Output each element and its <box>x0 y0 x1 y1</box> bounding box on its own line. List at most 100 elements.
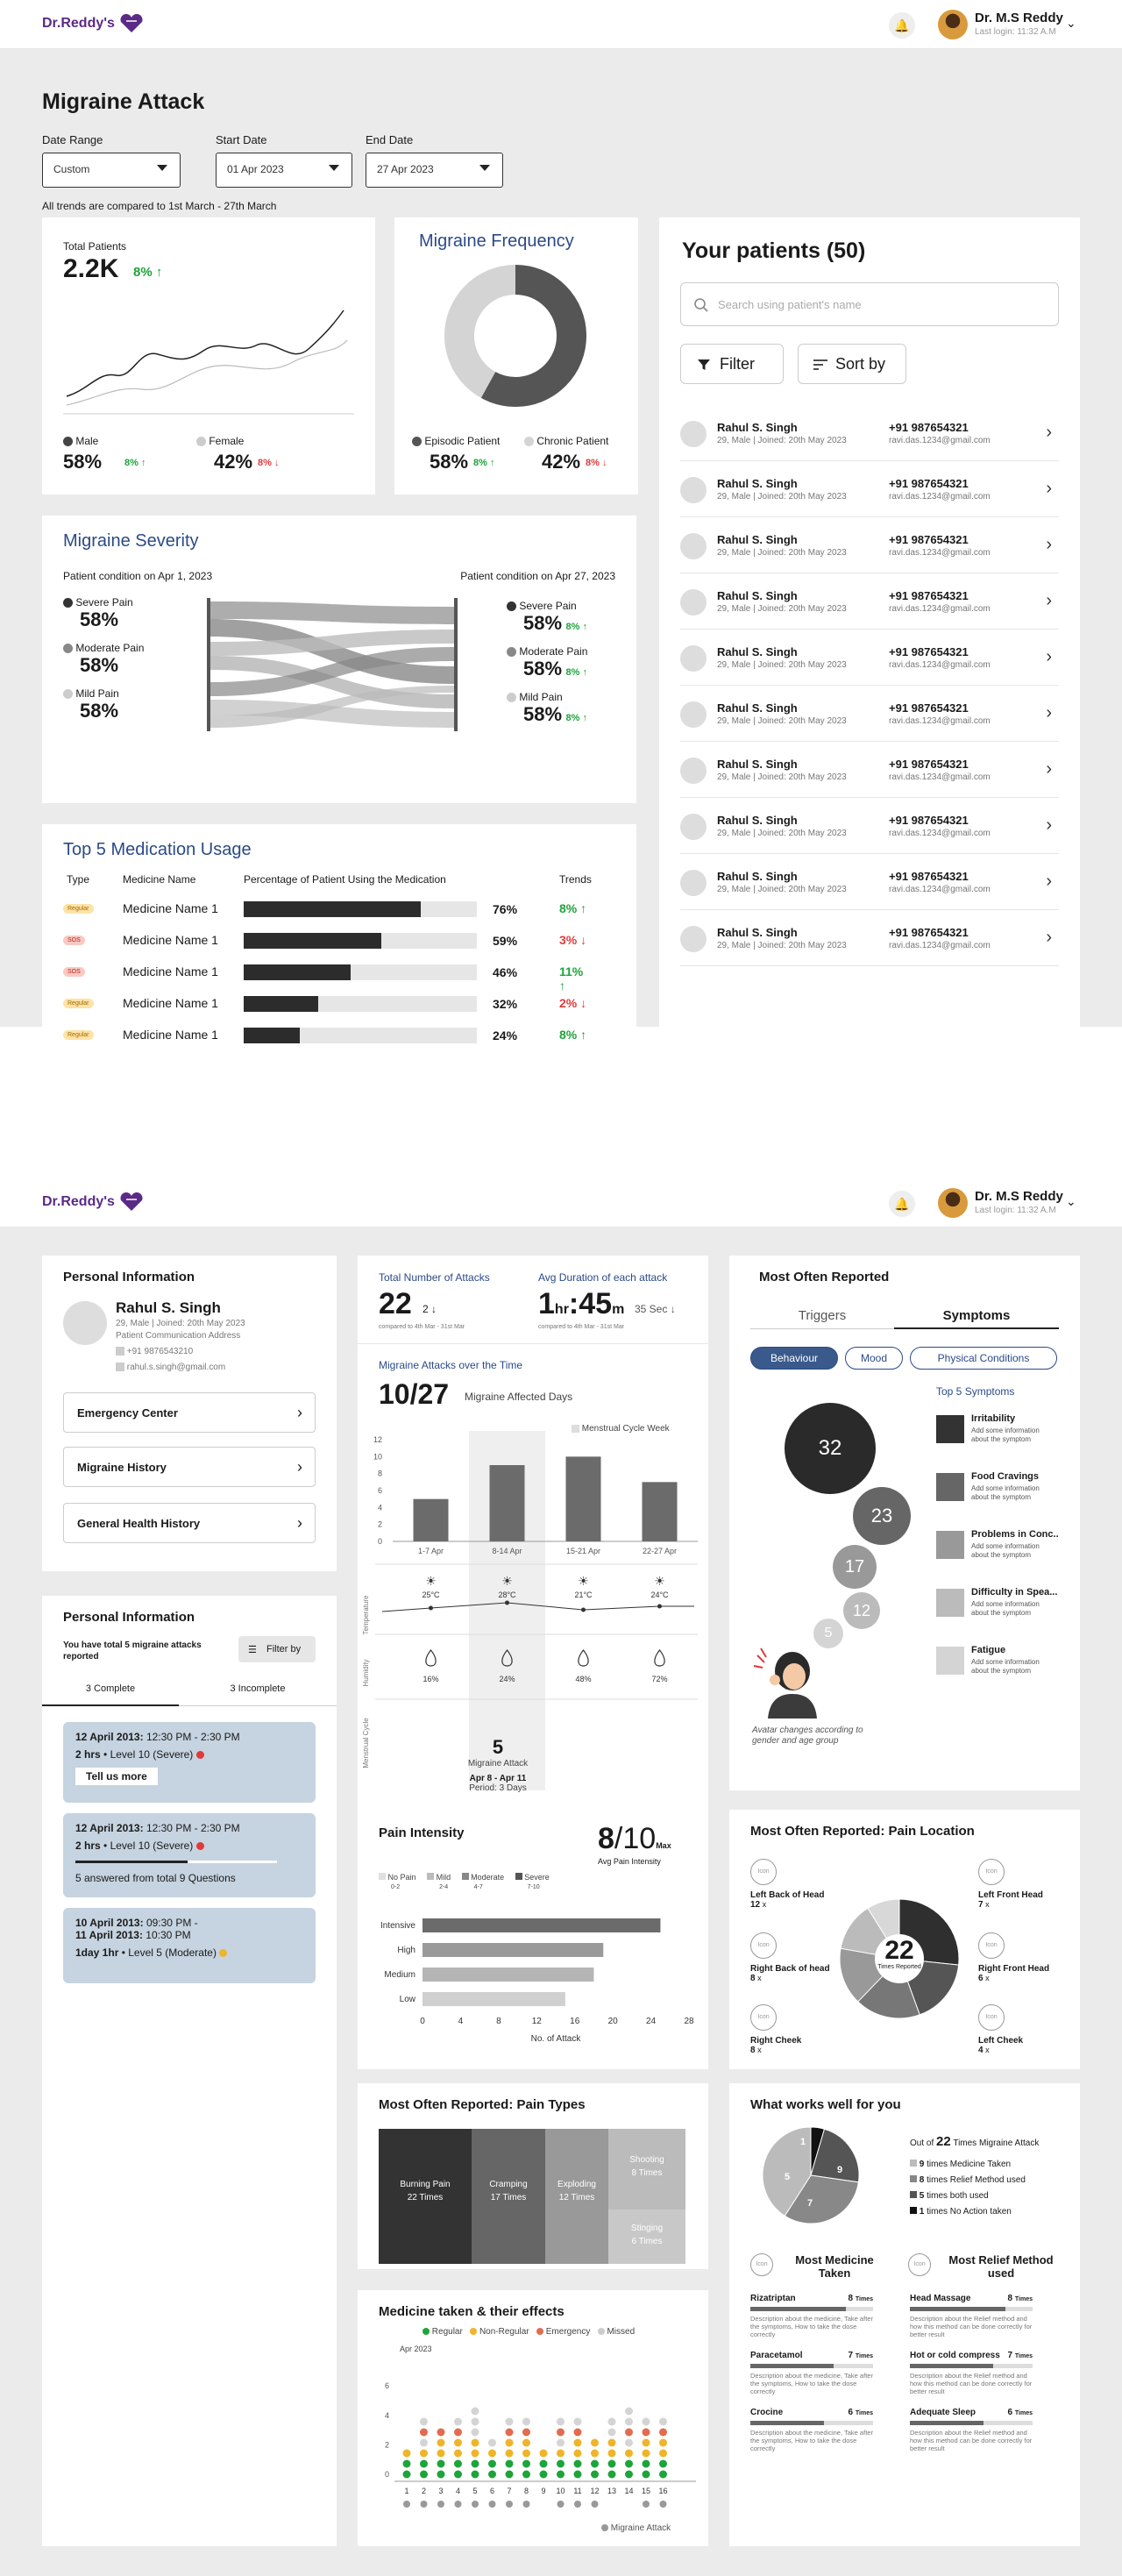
emergency-center-link[interactable]: Emergency Center › <box>63 1392 316 1433</box>
end-date-select[interactable]: 27 Apr 2023 <box>366 153 503 188</box>
dose-dot <box>539 2459 548 2468</box>
bar <box>642 1482 678 1541</box>
cycle-info: 5 Migraine Attack Apr 8 - Apr 11 Period:… <box>467 1736 529 1793</box>
x-tick-label: 28 <box>684 2017 694 2026</box>
x-tick-label: 1-7 Apr <box>418 1547 444 1555</box>
pain-location-card: Most Often Reported: Pain Location Icon L… <box>729 1810 1080 2069</box>
chevron-right-icon[interactable]: › <box>1046 535 1052 555</box>
medicine-item: Paracetamol 7 Times Description about the … <box>750 2351 873 2395</box>
type-badge: Regular <box>63 904 94 914</box>
patient-row[interactable]: Rahul S. Singh 29, Male | Joined: 20th Ma… <box>680 910 1059 966</box>
bell-icon[interactable]: 🔔 <box>889 12 915 39</box>
chevron-right-icon[interactable]: › <box>1046 479 1052 499</box>
most-relief-title: Most Relief Method used <box>948 2253 1054 2280</box>
attack-item[interactable]: 12 April 2013: 12:30 PM - 2:30 PM 2 hrs … <box>63 1722 316 1803</box>
symptom-item: Fatigue Add some information about the sy… <box>936 1643 1059 1687</box>
attack-item[interactable]: 10 April 2013: 09:30 PM - 11 April 2013:… <box>63 1908 316 1983</box>
patient-name: Rahul S. Singh <box>717 645 798 658</box>
dose-dot <box>522 2438 530 2447</box>
dose-dot <box>625 2417 633 2426</box>
tab-incomplete[interactable]: 3 Incomplete <box>179 1683 337 1706</box>
avatar <box>680 814 707 840</box>
tab-complete[interactable]: 3 Complete <box>42 1683 179 1706</box>
sort-icon <box>813 359 827 370</box>
avatar <box>680 589 707 616</box>
chronic-label: Chronic Patient <box>524 435 608 447</box>
pie-label: 7 <box>807 2198 813 2209</box>
avatar <box>680 926 707 952</box>
start-date-select[interactable]: 01 Apr 2023 <box>216 153 352 188</box>
pill-behaviour[interactable]: Behaviour <box>750 1347 838 1370</box>
symptom-swatch <box>936 1647 964 1675</box>
patient-row[interactable]: Rahul S. Singh 29, Male | Joined: 20th Ma… <box>680 461 1059 517</box>
chevron-right-icon[interactable]: › <box>1046 759 1052 779</box>
usage-bar-fill <box>244 964 352 980</box>
filter-by-button[interactable]: ☰ Filter by <box>238 1636 316 1662</box>
chevron-right-icon[interactable]: › <box>1046 872 1052 892</box>
chevron-right-icon[interactable]: › <box>1046 928 1052 948</box>
migraine-history-link[interactable]: Migraine History › <box>63 1447 316 1487</box>
pie-label: 5 <box>785 2172 790 2182</box>
avatar[interactable] <box>938 1188 968 1218</box>
pain-types-card: Most Often Reported: Pain Types Burning … <box>358 2083 708 2269</box>
humidity-value: 48% <box>575 1675 591 1683</box>
pill-mood[interactable]: Mood <box>845 1347 903 1370</box>
attack-item[interactable]: 12 April 2013: 12:30 PM - 2:30 PM 2 hrs … <box>63 1813 316 1897</box>
last-login: Last login: 11:32 A.M <box>975 27 1056 37</box>
drop-icon <box>654 1649 665 1667</box>
patient-row[interactable]: Rahul S. Singh 29, Male | Joined: 20th Ma… <box>680 573 1059 630</box>
x-tick-label: 16 <box>570 2017 580 2026</box>
patient-row[interactable]: Rahul S. Singh 29, Male | Joined: 20th Ma… <box>680 405 1059 461</box>
humidity-value: 24% <box>499 1675 515 1683</box>
bell-icon[interactable]: 🔔 <box>889 1191 915 1217</box>
usage-bar-fill <box>244 996 319 1012</box>
chevron-down-icon[interactable]: ⌄ <box>1066 16 1076 31</box>
dose-dot <box>539 2470 548 2479</box>
patient-name: Rahul S. Singh <box>717 870 798 883</box>
patient-row[interactable]: Rahul S. Singh 29, Male | Joined: 20th Ma… <box>680 630 1059 686</box>
patient-row[interactable]: Rahul S. Singh 29, Male | Joined: 20th Ma… <box>680 798 1059 854</box>
type-badge: SOS <box>63 967 85 977</box>
tab-triggers[interactable]: Triggers <box>750 1303 894 1329</box>
patient-row[interactable]: Rahul S. Singh 29, Male | Joined: 20th Ma… <box>680 517 1059 573</box>
date-range-select[interactable]: Custom <box>42 153 181 188</box>
avatar[interactable] <box>938 10 968 39</box>
usage-percentage: 46% <box>493 965 518 979</box>
top5-symptoms-label: Top 5 Symptoms <box>936 1385 1015 1398</box>
sort-button[interactable]: Sort by <box>798 344 906 384</box>
patient-phone: +91 987654321 <box>889 701 969 715</box>
bubble-5: 5 <box>813 1619 843 1648</box>
migraine-frequency-card: Migraine Frequency Episodic Patient 58% … <box>394 217 638 495</box>
patient-search-input[interactable]: Search using patient's name <box>680 282 1059 326</box>
tell-us-more-button[interactable]: Tell us more <box>75 1768 158 1785</box>
medicine-name: Medicine Name 1 <box>123 996 218 1010</box>
dashboard-section: Migraine Attack Date Range Custom Start … <box>0 49 1122 1056</box>
dose-dot <box>488 2459 496 2468</box>
patient-row[interactable]: Rahul S. Singh 29, Male | Joined: 20th Ma… <box>680 854 1059 910</box>
dose-dot <box>557 2470 565 2479</box>
usage-trend: 8% ↑ <box>559 1028 587 1042</box>
filter-button[interactable]: Filter <box>680 344 784 384</box>
patient-row[interactable]: Rahul S. Singh 29, Male | Joined: 20th Ma… <box>680 686 1059 742</box>
general-health-history-link[interactable]: General Health History › <box>63 1503 316 1543</box>
chevron-down-icon[interactable]: ⌄ <box>1066 1194 1076 1209</box>
bar <box>489 1465 525 1541</box>
relief-item: Hot or cold compress 7 Times Description a… <box>910 2351 1033 2395</box>
tab-symptoms[interactable]: Symptoms <box>894 1303 1059 1329</box>
x-tick-label: 3 <box>438 2487 443 2495</box>
pill-physical-conditions[interactable]: Physical Conditions <box>910 1347 1057 1370</box>
chevron-right-icon[interactable]: › <box>1046 815 1052 836</box>
relief-item: Head Massage 8 Times Description about the… <box>910 2294 1033 2338</box>
chevron-right-icon[interactable]: › <box>1046 647 1052 667</box>
x-tick-label: 16 <box>658 2487 667 2495</box>
brand-logo-2[interactable]: Dr.Reddy's <box>42 1192 145 1212</box>
x-axis-label: No. of Attack <box>531 2034 582 2044</box>
patient-row[interactable]: Rahul S. Singh 29, Male | Joined: 20th Ma… <box>680 742 1059 798</box>
brand-logo[interactable]: Dr.Reddy's <box>42 14 145 33</box>
y-tick-label: 2 <box>385 2440 389 2449</box>
dose-dot <box>659 2449 667 2458</box>
chevron-right-icon[interactable]: › <box>1046 703 1052 723</box>
chevron-right-icon[interactable]: › <box>1046 591 1052 611</box>
chevron-right-icon[interactable]: › <box>1046 423 1052 443</box>
dose-dot <box>471 2417 479 2426</box>
